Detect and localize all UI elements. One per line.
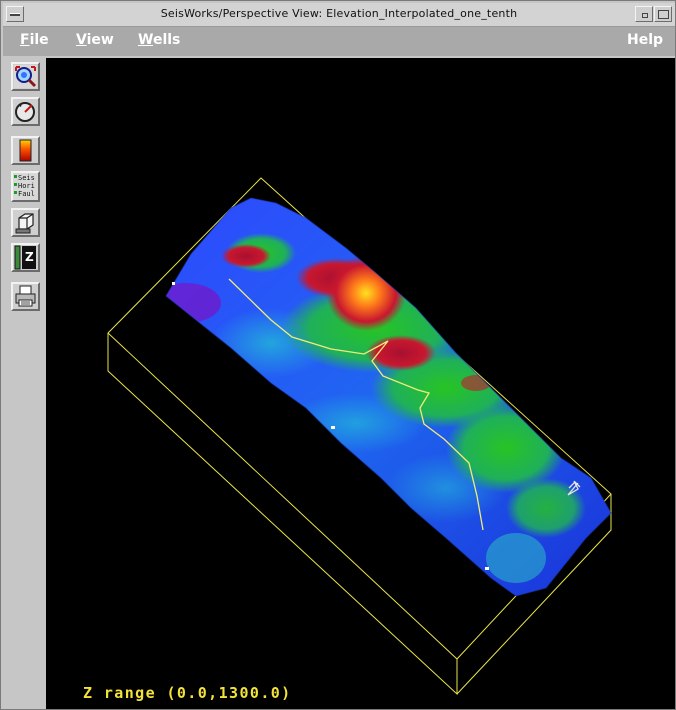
z-scale-label: Z <box>25 250 34 264</box>
left-toolbar: Seis Hori Faul Z <box>3 57 45 709</box>
cube-view-icon <box>15 213 34 234</box>
menu-help[interactable]: Help <box>627 32 663 48</box>
zoom-tool-button[interactable] <box>11 62 40 91</box>
menu-file-mnemonic: F <box>20 32 30 48</box>
perspective-view-window: SeisWorks/Perspective View: Elevation_In… <box>0 0 676 710</box>
perspective-viewport[interactable]: Z range (0.0,1300.0) <box>46 58 675 709</box>
window-title: SeisWorks/Perspective View: Elevation_In… <box>160 7 518 20</box>
cube-view-button[interactable] <box>11 208 40 237</box>
print-button[interactable] <box>11 282 40 311</box>
minimize-button[interactable] <box>635 6 653 22</box>
menu-file[interactable]: File <box>20 32 49 48</box>
surface-artifact <box>172 282 175 285</box>
menu-wells-mnemonic: W <box>138 32 153 48</box>
menu-wells[interactable]: Wells <box>138 32 180 48</box>
toggle-label-seis: Seis <box>18 174 35 182</box>
menu-view-label: iew <box>86 32 114 48</box>
menu-bar: File View Wells Help <box>3 27 675 56</box>
surface-artifact <box>331 426 335 429</box>
zoom-tool-icon <box>14 65 37 88</box>
z-scale-icon: Z <box>14 245 36 270</box>
surface-artifact <box>485 567 489 570</box>
toggle-label-faul: Faul <box>18 190 35 198</box>
elevation-surface <box>166 198 611 596</box>
rotate-tool-button[interactable] <box>11 97 40 126</box>
display-toggles-icon: Seis Hori Faul <box>13 173 38 200</box>
menu-view[interactable]: View <box>76 32 114 48</box>
perspective-render <box>107 177 612 696</box>
maximize-button[interactable] <box>654 6 672 22</box>
rotate-tool-icon <box>15 102 35 122</box>
display-toggles-button[interactable]: Seis Hori Faul <box>11 171 40 202</box>
z-range-label: Z range (0.0,1300.0) <box>83 684 292 702</box>
color-scale-button[interactable] <box>11 136 40 165</box>
toggle-label-hori: Hori <box>18 182 35 190</box>
z-scale-button[interactable]: Z <box>11 243 40 272</box>
print-icon <box>15 285 36 307</box>
menu-wells-label: ells <box>152 32 181 48</box>
menu-view-mnemonic: V <box>76 32 87 48</box>
color-scale-icon <box>19 139 32 162</box>
menu-file-label: ile <box>29 32 49 48</box>
title-bar[interactable]: SeisWorks/Perspective View: Elevation_In… <box>3 3 675 27</box>
